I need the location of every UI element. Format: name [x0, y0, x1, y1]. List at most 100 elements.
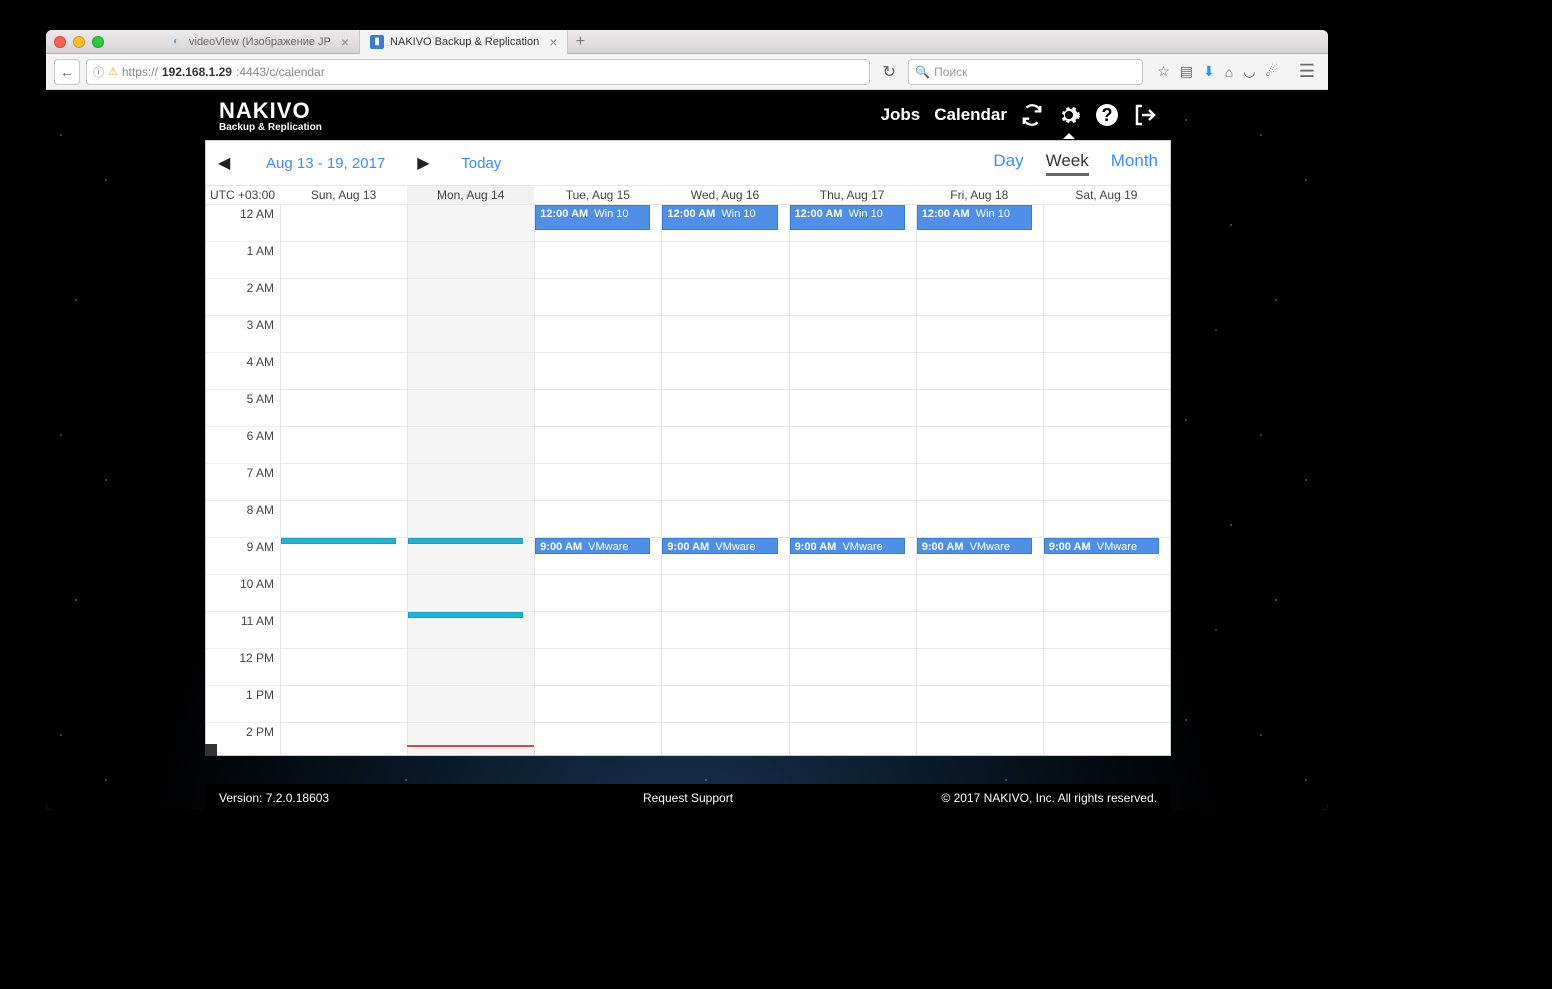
- calendar-cell[interactable]: [280, 501, 407, 538]
- calendar-cell[interactable]: [407, 501, 534, 538]
- calendar-cell[interactable]: [280, 612, 407, 649]
- calendar-cell[interactable]: [661, 242, 788, 279]
- menu-button[interactable]: ☰: [1294, 59, 1320, 85]
- calendar-cell[interactable]: [1043, 464, 1170, 501]
- reader-icon[interactable]: ▤: [1180, 63, 1193, 80]
- pocket-icon[interactable]: ◡: [1243, 63, 1255, 80]
- calendar-cell[interactable]: [280, 353, 407, 390]
- calendar-event-past[interactable]: [408, 538, 523, 544]
- calendar-cell[interactable]: [661, 464, 788, 501]
- calendar-cell[interactable]: [407, 279, 534, 316]
- view-week[interactable]: Week: [1046, 151, 1089, 176]
- calendar-cell[interactable]: [916, 649, 1043, 686]
- calendar-cell[interactable]: [407, 205, 534, 242]
- calendar-cell[interactable]: [661, 575, 788, 612]
- prev-week-button[interactable]: ◀: [218, 153, 234, 173]
- bookmark-star-icon[interactable]: ☆: [1157, 63, 1170, 80]
- calendar-cell[interactable]: [534, 242, 661, 279]
- calendar-cell[interactable]: [789, 464, 916, 501]
- calendar-cell[interactable]: [407, 242, 534, 279]
- calendar-cell[interactable]: [1043, 723, 1170, 755]
- calendar-cell[interactable]: [1043, 612, 1170, 649]
- calendar-cell[interactable]: [407, 649, 534, 686]
- browser-tab-1[interactable]: ▮ NAKIVO Backup & Replication ×: [360, 30, 568, 54]
- today-button[interactable]: Today: [461, 155, 501, 172]
- calendar-cell[interactable]: [789, 316, 916, 353]
- calendar-cell[interactable]: [789, 501, 916, 538]
- calendar-cell[interactable]: [789, 649, 916, 686]
- calendar-cell[interactable]: [916, 316, 1043, 353]
- calendar-cell[interactable]: [534, 686, 661, 723]
- settings-icon[interactable]: [1057, 103, 1081, 127]
- calendar-cell[interactable]: [407, 575, 534, 612]
- calendar-event[interactable]: 12:00 AM Win 10: [790, 205, 905, 230]
- calendar-cell[interactable]: [661, 427, 788, 464]
- calendar-cell[interactable]: [916, 464, 1043, 501]
- calendar-cell[interactable]: [789, 279, 916, 316]
- reload-button[interactable]: ↻: [876, 59, 902, 85]
- calendar-cell[interactable]: [534, 649, 661, 686]
- view-day[interactable]: Day: [993, 151, 1023, 176]
- calendar-cell[interactable]: [407, 464, 534, 501]
- calendar-cell[interactable]: [280, 205, 407, 242]
- calendar-cell[interactable]: [280, 242, 407, 279]
- calendar-cell[interactable]: [407, 427, 534, 464]
- close-tab-icon[interactable]: ×: [341, 34, 349, 50]
- calendar-event[interactable]: 9:00 AM VMware: [790, 538, 905, 554]
- calendar-cell[interactable]: [1043, 353, 1170, 390]
- calendar-cell[interactable]: [661, 612, 788, 649]
- calendar-cell[interactable]: [280, 279, 407, 316]
- calendar-cell[interactable]: [534, 501, 661, 538]
- calendar-cell[interactable]: [661, 501, 788, 538]
- calendar-cell[interactable]: [789, 427, 916, 464]
- calendar-cell[interactable]: [916, 279, 1043, 316]
- calendar-cell[interactable]: [1043, 316, 1170, 353]
- calendar-cell[interactable]: [916, 612, 1043, 649]
- new-tab-button[interactable]: +: [568, 33, 592, 51]
- calendar-cell[interactable]: [789, 686, 916, 723]
- calendar-cell[interactable]: [534, 390, 661, 427]
- calendar-cell[interactable]: [661, 316, 788, 353]
- calendar-cell[interactable]: [1043, 686, 1170, 723]
- calendar-cell[interactable]: [280, 686, 407, 723]
- calendar-cell[interactable]: [789, 242, 916, 279]
- calendar-cell[interactable]: [534, 353, 661, 390]
- calendar-event-past[interactable]: [281, 538, 396, 544]
- view-month[interactable]: Month: [1111, 151, 1158, 176]
- calendar-cell[interactable]: [280, 390, 407, 427]
- search-bar[interactable]: 🔍 Поиск: [908, 59, 1143, 85]
- calendar-event[interactable]: 12:00 AM Win 10: [662, 205, 777, 230]
- calendar-event[interactable]: 12:00 AM Win 10: [917, 205, 1032, 230]
- calendar-cell[interactable]: [280, 723, 407, 755]
- calendar-cell[interactable]: [789, 353, 916, 390]
- calendar-cell[interactable]: [1043, 279, 1170, 316]
- calendar-cell[interactable]: [280, 427, 407, 464]
- calendar-cell[interactable]: [789, 612, 916, 649]
- next-week-button[interactable]: ▶: [417, 153, 433, 173]
- zoom-window-button[interactable]: [92, 36, 104, 48]
- date-range[interactable]: Aug 13 - 19, 2017: [266, 155, 385, 172]
- logout-icon[interactable]: [1133, 103, 1157, 127]
- calendar-event[interactable]: 9:00 AM VMware: [662, 538, 777, 554]
- close-tab-icon[interactable]: ×: [549, 34, 557, 50]
- home-icon[interactable]: ⌂: [1225, 64, 1233, 80]
- calendar-cell[interactable]: [661, 390, 788, 427]
- calendar-cell[interactable]: [280, 464, 407, 501]
- calendar-cell[interactable]: [534, 279, 661, 316]
- calendar-cell[interactable]: [1043, 575, 1170, 612]
- calendar-event[interactable]: 9:00 AM VMware: [917, 538, 1032, 554]
- calendar-cell[interactable]: [916, 575, 1043, 612]
- calendar-cell[interactable]: [1043, 242, 1170, 279]
- minimize-window-button[interactable]: [73, 36, 85, 48]
- calendar-cell[interactable]: [916, 686, 1043, 723]
- calendar-cell[interactable]: [661, 649, 788, 686]
- addon-icon[interactable]: ☄: [1265, 63, 1278, 80]
- calendar-cell[interactable]: [916, 501, 1043, 538]
- nav-calendar[interactable]: Calendar: [934, 105, 1007, 125]
- close-window-button[interactable]: [54, 36, 66, 48]
- help-icon[interactable]: ?: [1095, 103, 1119, 127]
- calendar-cell[interactable]: [916, 242, 1043, 279]
- calendar-cell[interactable]: [1043, 390, 1170, 427]
- calendar-cell[interactable]: [280, 575, 407, 612]
- calendar-cell[interactable]: [916, 723, 1043, 755]
